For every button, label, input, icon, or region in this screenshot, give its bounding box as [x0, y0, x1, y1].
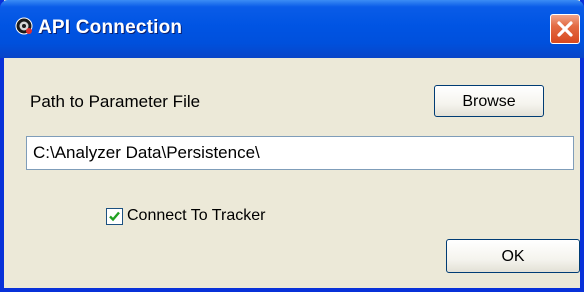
connect-tracker-label[interactable]: Connect To Tracker — [127, 207, 265, 225]
parameter-path-field[interactable]: C:\Analyzer Data\Persistence\ — [26, 136, 574, 170]
api-connection-dialog: API Connection Path to Parameter File Br… — [0, 0, 584, 292]
connect-tracker-checkbox[interactable] — [106, 208, 123, 225]
close-button[interactable] — [550, 14, 580, 44]
ok-button[interactable]: OK — [446, 239, 580, 273]
path-label: Path to Parameter File — [30, 92, 201, 111]
checkmark-icon — [109, 211, 120, 222]
title-bar[interactable]: API Connection — [0, 0, 584, 58]
window-title: API Connection — [38, 17, 183, 38]
browse-button[interactable]: Browse — [434, 85, 544, 117]
app-icon — [14, 16, 36, 38]
close-icon — [557, 21, 573, 37]
